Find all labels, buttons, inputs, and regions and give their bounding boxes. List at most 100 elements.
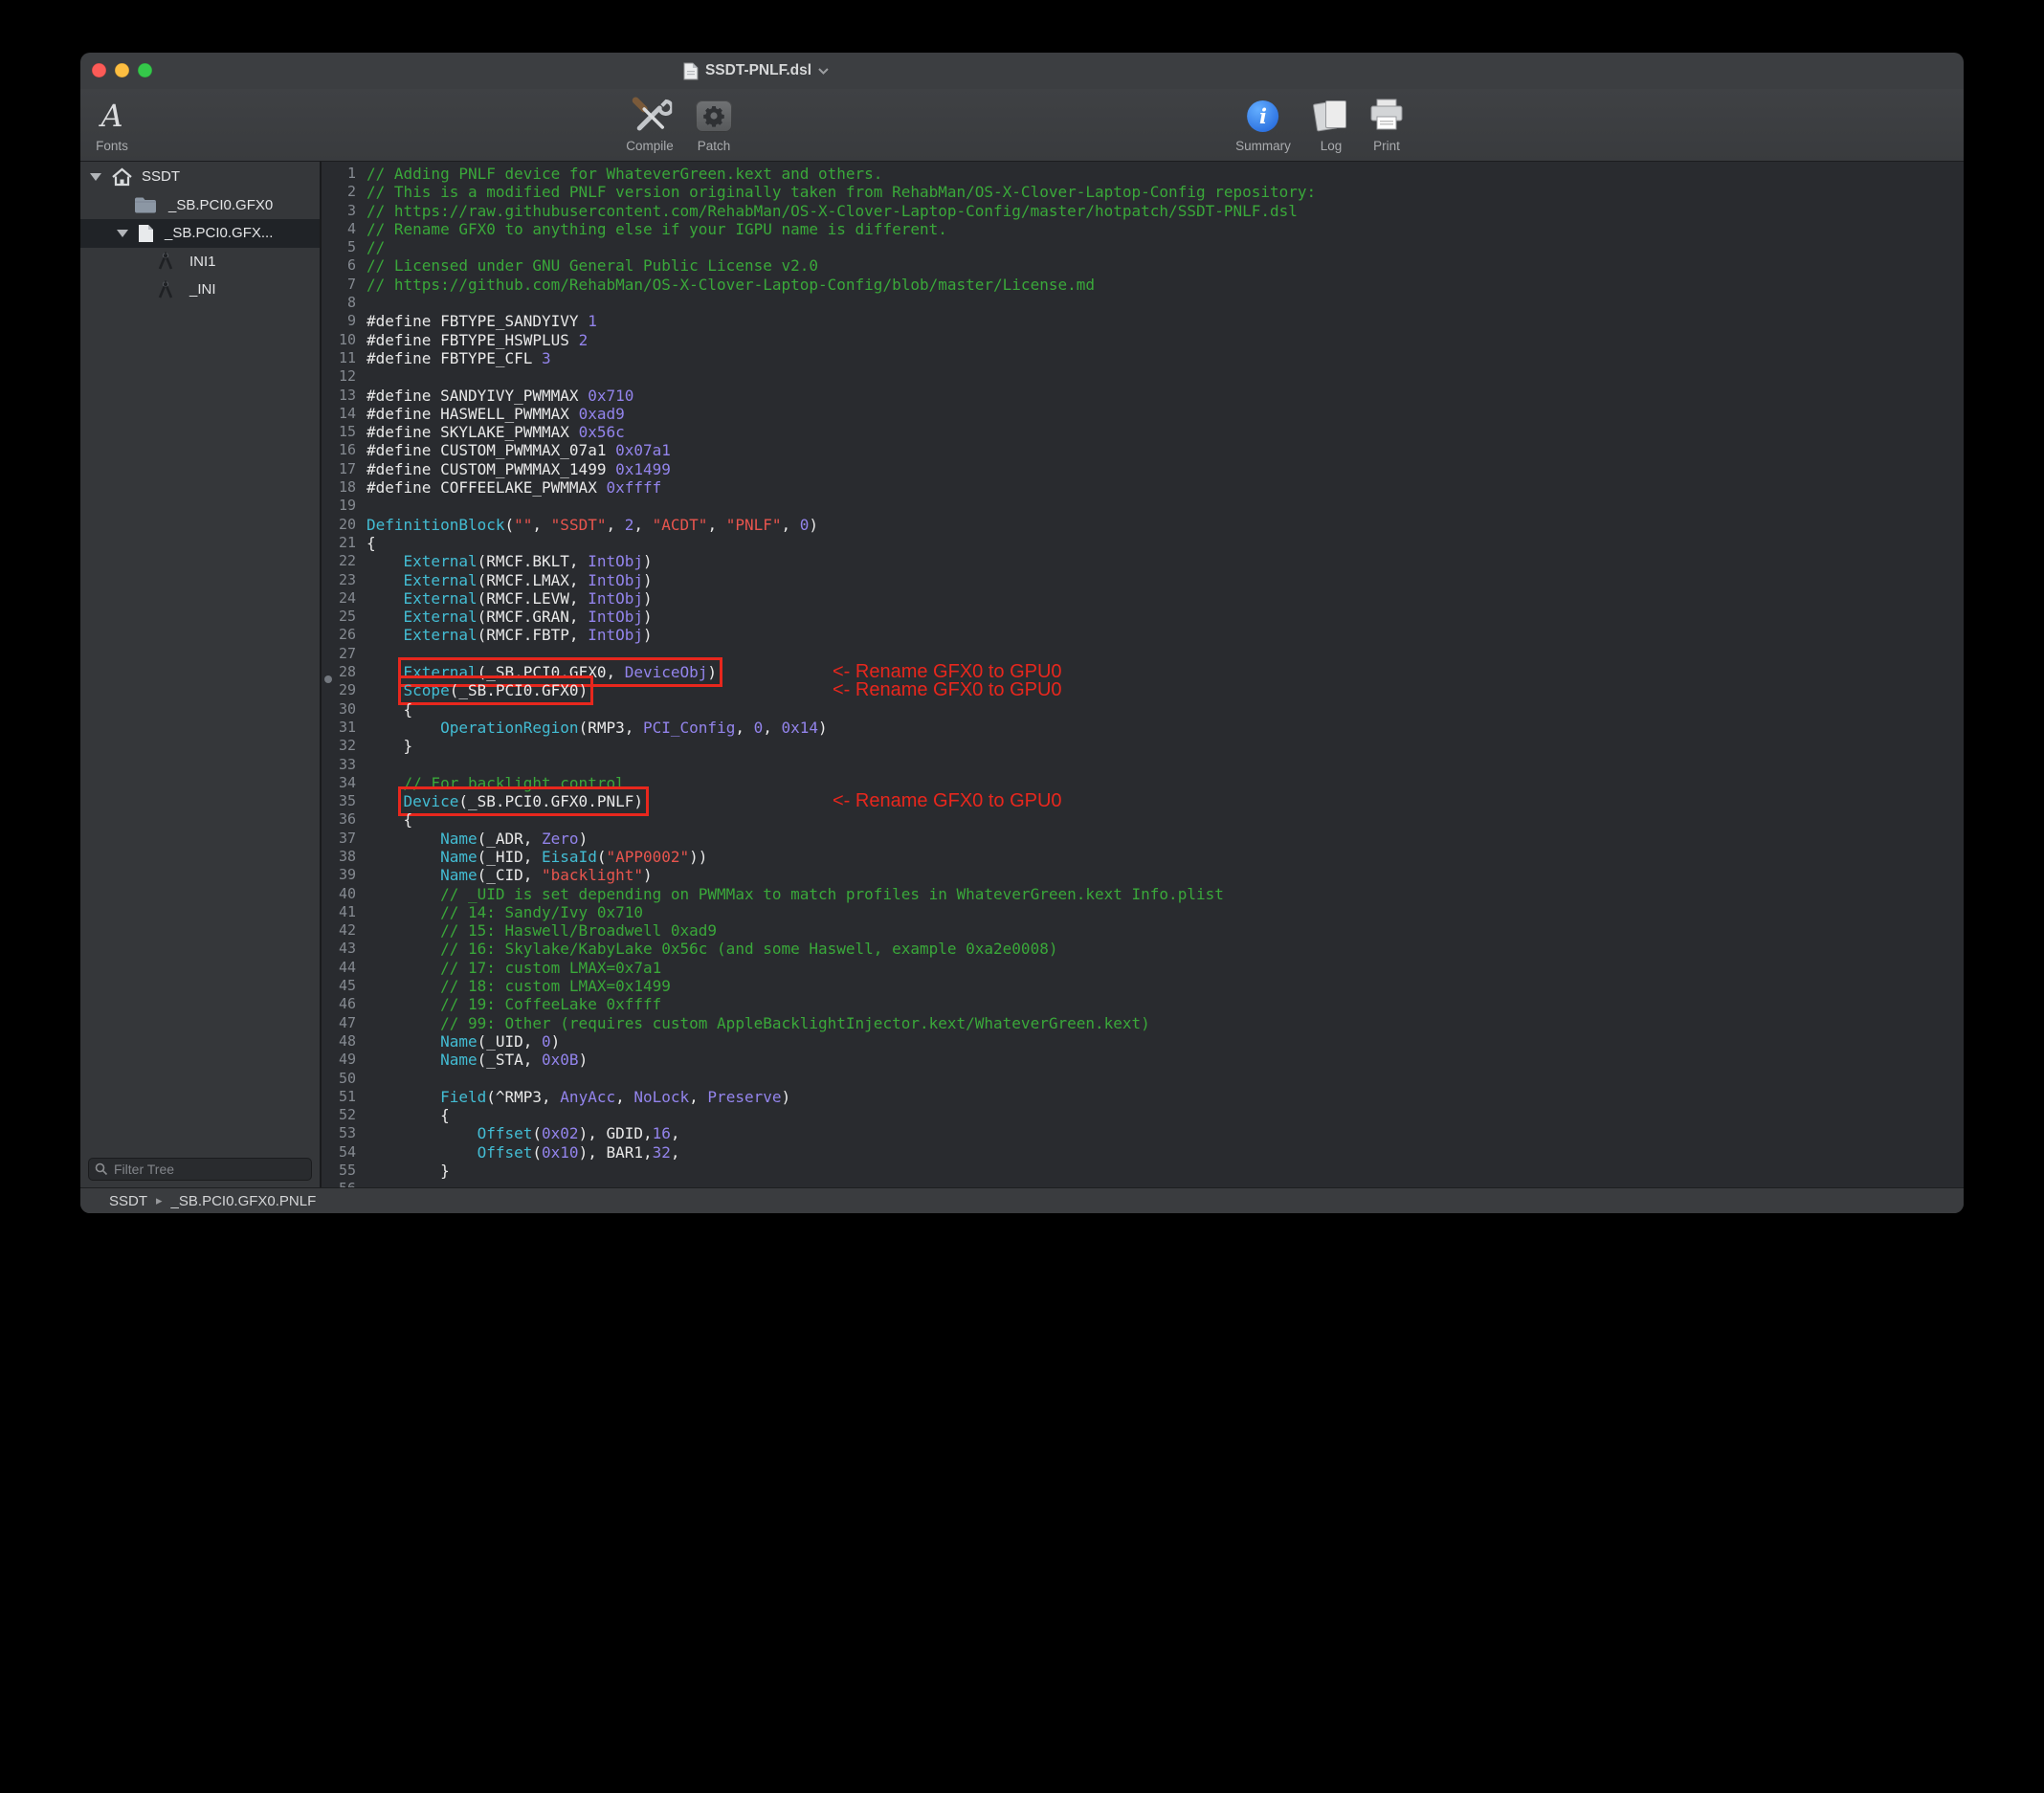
code-line: 32 }: [322, 737, 1964, 755]
line-number: 21: [322, 534, 356, 552]
code-text: {: [367, 810, 412, 829]
zoom-button[interactable]: [138, 63, 152, 77]
minimize-button[interactable]: [115, 63, 129, 77]
breadcrumb-leaf[interactable]: _SB.PCI0.GFX0.PNLF: [171, 1193, 317, 1209]
line-number: 40: [322, 885, 356, 903]
sidebar-item-ini1[interactable]: INI1: [80, 248, 320, 277]
code-line: 28 External(_SB.PCI0.GFX0, DeviceObj)<- …: [322, 663, 1964, 681]
compile-button[interactable]: Compile: [626, 94, 674, 153]
filter-tree-input[interactable]: [88, 1158, 312, 1181]
code-line: 10#define FBTYPE_HSWPLUS 2: [322, 331, 1964, 349]
breadcrumb-root[interactable]: SSDT: [109, 1193, 147, 1209]
disclosure-triangle-icon[interactable]: [115, 230, 130, 237]
print-button[interactable]: Print: [1367, 94, 1406, 153]
code-line: 22 External(RMCF.BKLT, IntObj): [322, 552, 1964, 570]
line-number: 45: [322, 977, 356, 995]
code-line: 13 #define SANDYIVY_PWMMAX 0x710: [322, 387, 1964, 405]
code-text: Name(_STA, 0x0B): [367, 1051, 588, 1069]
sidebar-item-gfx0-folder[interactable]: _SB.PCI0.GFX0: [80, 191, 320, 220]
close-button[interactable]: [92, 63, 106, 77]
code-text: // For backlight control: [367, 774, 625, 792]
line-number: 33: [322, 756, 356, 774]
line-number: 10: [322, 331, 356, 349]
code-line: 35 Device(_SB.PCI0.GFX0.PNLF)<- Rename G…: [322, 792, 1964, 810]
code-line: 11#define FBTYPE_CFL 3: [322, 349, 1964, 367]
sidebar-item-gfx0-scope-selected[interactable]: _SB.PCI0.GFX...: [80, 219, 320, 248]
compile-tools-icon: [628, 94, 672, 138]
code-line: 43 // 16: Skylake/KabyLake 0x56c (and so…: [322, 940, 1964, 958]
home-icon: [111, 167, 133, 187]
patch-button[interactable]: Patch: [696, 94, 732, 153]
code-text: // Rename GFX0 to anything else if your …: [367, 220, 947, 238]
line-number: 27: [322, 645, 356, 663]
code-line: 23 External(RMCF.LMAX, IntObj): [322, 571, 1964, 589]
code-text: Name(_CID, "backlight"): [367, 866, 653, 884]
line-number: 46: [322, 995, 356, 1013]
code-text: External(RMCF.GRAN, IntObj): [367, 608, 653, 626]
disclosure-triangle-icon[interactable]: [88, 173, 103, 181]
code-text: // 19: CoffeeLake 0xffff: [367, 995, 661, 1013]
chevron-down-icon[interactable]: [818, 68, 829, 75]
line-number: 50: [322, 1070, 356, 1088]
code-line: 26 External(RMCF.FBTP, IntObj): [322, 626, 1964, 644]
code-text: #define CUSTOM_PWMMAX_1499 0x1499: [367, 460, 671, 478]
code-text: #define SANDYIVY_PWMMAX 0x710: [367, 387, 633, 405]
line-number: 22: [322, 552, 356, 570]
line-number: 52: [322, 1106, 356, 1124]
code-lines[interactable]: 1 // Adding PNLF device for WhateverGreen…: [322, 162, 1964, 1187]
line-number: 53: [322, 1124, 356, 1142]
code-text: // 16: Skylake/KabyLake 0x56c (and some …: [367, 940, 1057, 958]
line-number: 14: [322, 405, 356, 423]
code-text: #define SKYLAKE_PWMMAX 0x56c: [367, 423, 625, 441]
line-number: 49: [322, 1051, 356, 1069]
sidebar-item-ini[interactable]: _INI: [80, 276, 320, 304]
code-line: 34 // For backlight control: [322, 774, 1964, 792]
code-line: 36 {: [322, 810, 1964, 829]
log-pages-icon: [1311, 94, 1351, 138]
line-number: 3: [322, 202, 356, 220]
code-text: External(RMCF.LEVW, IntObj): [367, 589, 653, 608]
line-number: 6: [322, 256, 356, 275]
line-number: 47: [322, 1014, 356, 1032]
code-line: 48 Name(_UID, 0): [322, 1032, 1964, 1051]
sidebar-item-ssdt[interactable]: SSDT: [80, 163, 320, 191]
main-content: SSDT _SB.PCI0.GFX0 _SB.PCI0.GFX...: [80, 162, 1964, 1187]
line-number: 17: [322, 460, 356, 478]
code-text: Name(_UID, 0): [367, 1032, 560, 1051]
line-number: 38: [322, 848, 356, 866]
line-number: 25: [322, 608, 356, 626]
print-label: Print: [1373, 139, 1400, 153]
log-button[interactable]: Log: [1311, 94, 1351, 153]
line-number: 31: [322, 719, 356, 737]
code-text: // 14: Sandy/Ivy 0x710: [367, 903, 643, 921]
change-marker-dot: [324, 675, 332, 683]
code-line: 39 Name(_CID, "backlight"): [322, 866, 1964, 884]
code-editor[interactable]: 1 // Adding PNLF device for WhateverGreen…: [322, 162, 1964, 1187]
line-number: 13: [322, 387, 356, 405]
code-text: // Adding PNLF device for WhateverGreen.…: [367, 165, 882, 183]
log-label: Log: [1321, 139, 1343, 153]
code-text: {: [367, 700, 412, 719]
fonts-button[interactable]: A Fonts: [96, 94, 128, 153]
code-text: // _UID is set depending on PWMMax to ma…: [367, 885, 1224, 903]
line-number: 1: [322, 165, 356, 183]
code-line: 14#define HASWELL_PWMMAX 0xad9: [322, 405, 1964, 423]
maciasl-window: SSDT-PNLF.dsl A Fonts: [80, 53, 1964, 1213]
window-controls: [92, 63, 152, 77]
code-text: DefinitionBlock("", "SSDT", 2, "ACDT", "…: [367, 516, 818, 534]
code-text: External(RMCF.BKLT, IntObj): [367, 552, 653, 570]
code-text: Device(_SB.PCI0.GFX0.PNLF): [367, 792, 643, 810]
line-number: 12: [322, 367, 356, 386]
code-line: 17 #define CUSTOM_PWMMAX_1499 0x1499: [322, 460, 1964, 478]
printer-icon: [1367, 94, 1406, 138]
code-line: 1 // Adding PNLF device for WhateverGreen…: [322, 165, 1964, 183]
code-text: // https://raw.githubusercontent.com/Reh…: [367, 202, 1298, 220]
code-line: 30 {: [322, 700, 1964, 719]
code-line: 44 // 17: custom LMAX=0x7a1: [322, 959, 1964, 977]
method-compass-icon: [157, 252, 174, 271]
code-text: External(RMCF.LMAX, IntObj): [367, 571, 653, 589]
code-line: 33: [322, 756, 1964, 774]
line-number: 43: [322, 940, 356, 958]
code-text: {: [367, 534, 376, 552]
summary-button[interactable]: i Summary: [1235, 94, 1291, 153]
